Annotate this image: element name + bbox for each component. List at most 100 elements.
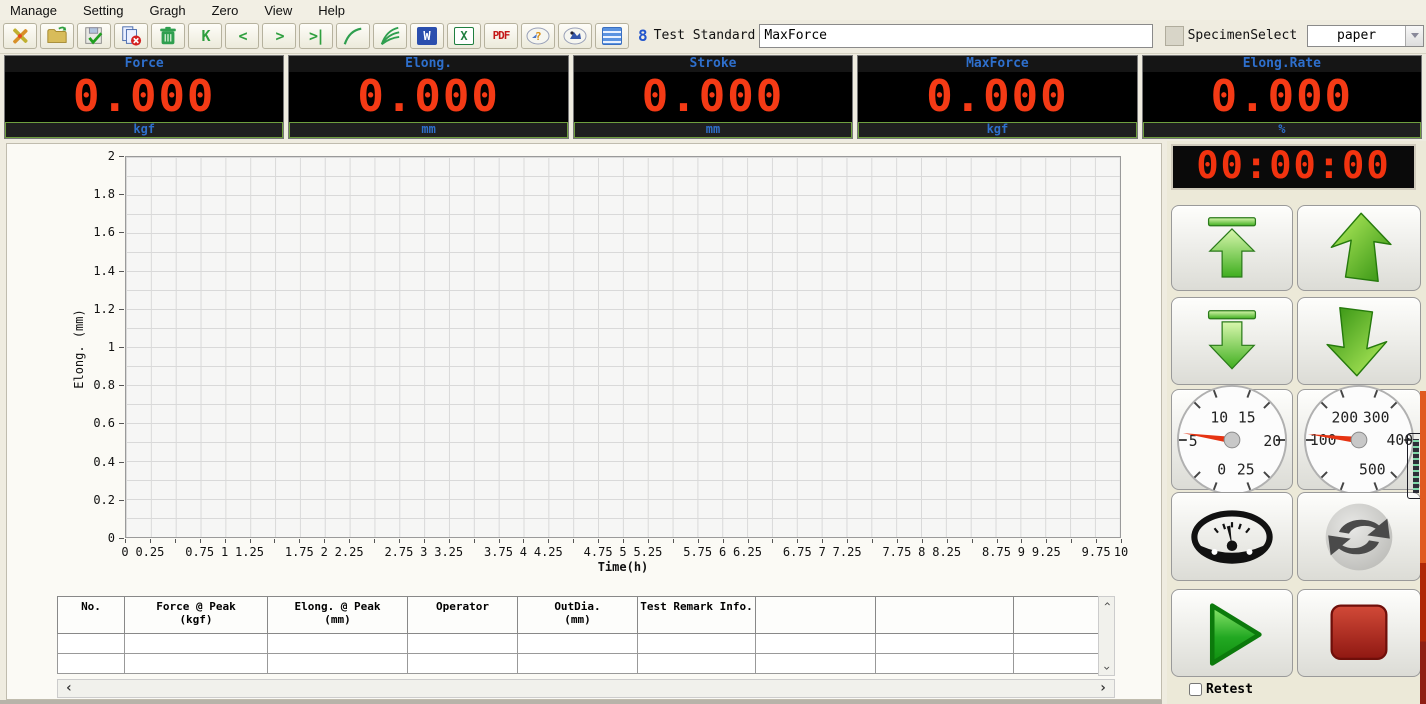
x-tick-label: 7.25	[833, 545, 862, 559]
scroll-left-icon[interactable]: ‹	[62, 681, 76, 696]
open-folder-icon	[46, 25, 68, 47]
start-test-button[interactable]	[1171, 589, 1293, 677]
table-row[interactable]	[58, 634, 1099, 654]
x-tick-mark	[1071, 539, 1072, 543]
menu-help[interactable]: Help	[318, 3, 345, 18]
table-cell	[1014, 654, 1099, 674]
delete-record-button[interactable]	[114, 23, 148, 49]
readout-unit: mm	[574, 122, 852, 138]
stop-test-button[interactable]	[1297, 589, 1421, 677]
scroll-up-icon[interactable]: ›	[1101, 598, 1113, 610]
next-record-button[interactable]: >	[262, 23, 296, 49]
menu-view[interactable]: View	[264, 3, 292, 18]
x-tick-mark	[772, 539, 773, 543]
scroll-down-icon[interactable]: ›	[1101, 662, 1113, 674]
move-down-to-limit-button[interactable]	[1171, 297, 1293, 385]
x-tick-mark	[548, 539, 549, 543]
first-record-button[interactable]: K	[188, 23, 222, 49]
prev-record-button[interactable]: <	[225, 23, 259, 49]
single-curve-button[interactable]	[336, 23, 370, 49]
pdf-icon: PDF	[493, 29, 510, 42]
multi-curve-button[interactable]	[373, 23, 407, 49]
play-icon	[1190, 595, 1274, 671]
export-excel-button[interactable]: X	[447, 23, 481, 49]
report-button[interactable]	[595, 23, 629, 49]
table-vertical-scrollbar[interactable]: › ›	[1098, 596, 1115, 676]
x-tick-mark	[499, 539, 500, 543]
x-tick-mark	[573, 539, 574, 543]
y-tick-label: 1.6	[93, 225, 115, 239]
col-no: No.	[58, 597, 125, 634]
x-tick-label: 1.25	[235, 545, 264, 559]
y-tick-label: 2	[108, 149, 115, 163]
table-horizontal-scrollbar[interactable]: ‹ ›	[57, 679, 1115, 698]
x-tick-label: 4.75	[584, 545, 613, 559]
y-tick-mark	[119, 194, 124, 195]
move-up-to-limit-button[interactable]	[1171, 205, 1293, 291]
test-standard-input[interactable]	[759, 24, 1153, 48]
gauge-tick-500: 500	[1359, 461, 1386, 478]
jog-up-button[interactable]	[1297, 205, 1421, 291]
trash-button[interactable]	[151, 23, 185, 49]
last-record-button[interactable]: >|	[299, 23, 333, 49]
x-tick-label: 8	[918, 545, 925, 559]
speed-gauge-low[interactable]: 5 10 15 20 25 0	[1171, 389, 1293, 490]
menu-manage[interactable]: Manage	[10, 3, 57, 18]
speed-gauge-high[interactable]: 100 200 300 400 500	[1297, 389, 1421, 490]
readout-title: Elong.	[289, 56, 567, 72]
specimen-select-label: SpecimenSelect	[1188, 28, 1298, 43]
col-elong-peak: Elong. @ Peak (mm)	[268, 597, 408, 634]
y-tick-mark	[119, 271, 124, 272]
y-tick-mark	[119, 538, 124, 539]
tools-button[interactable]	[3, 23, 37, 49]
x-tick-label: 9	[1018, 545, 1025, 559]
x-tick-mark	[449, 539, 450, 543]
dropdown-button[interactable]	[1405, 26, 1423, 46]
x-tick-mark	[997, 539, 998, 543]
y-tick-mark	[119, 385, 124, 386]
x-tick-mark	[474, 539, 475, 543]
retest-label[interactable]: Retest	[1206, 682, 1253, 697]
print-tool-button[interactable]	[558, 23, 592, 49]
table-cell	[408, 634, 518, 654]
x-tick-mark	[250, 539, 251, 543]
x-tick-label: 9.25	[1032, 545, 1061, 559]
menu-setting[interactable]: Setting	[83, 3, 123, 18]
readout-elong: Elong. 0.000 mm	[288, 55, 568, 139]
table-cell	[268, 654, 408, 674]
export-pdf-button[interactable]: PDF	[484, 23, 518, 49]
meter-icon	[1190, 508, 1274, 566]
specimen-select-dropdown[interactable]: paper	[1307, 25, 1424, 47]
menu-gragh[interactable]: Gragh	[149, 3, 185, 18]
table-cell	[638, 654, 756, 674]
y-tick-label: 1.8	[93, 187, 115, 201]
jog-down-button[interactable]	[1297, 297, 1421, 385]
save-button[interactable]	[77, 23, 111, 49]
export-word-button[interactable]: W	[410, 23, 444, 49]
col-remark: Test Remark Info.	[638, 597, 756, 634]
open-button[interactable]	[40, 23, 74, 49]
stop-icon	[1317, 595, 1401, 671]
x-tick-mark	[399, 539, 400, 543]
readout-stroke: Stroke 0.000 mm	[573, 55, 853, 139]
x-axis-labels: 00.250.7511.251.7522.252.7533.253.7544.2…	[125, 545, 1121, 559]
x-tick-label: 2.75	[384, 545, 413, 559]
x-tick-label: 1.75	[285, 545, 314, 559]
x-tick-label: 5.75	[683, 545, 712, 559]
x-tick-label: 2	[321, 545, 328, 559]
meter-mode-button[interactable]	[1171, 492, 1293, 581]
cycle-mode-button[interactable]	[1297, 492, 1421, 581]
speed-gauge-low-icon: 5 10 15 20 25 0	[1175, 383, 1289, 497]
readout-title: Stroke	[574, 56, 852, 72]
x-tick-label: 6	[719, 545, 726, 559]
readout-unit: mm	[289, 122, 567, 138]
specimen-mini-box[interactable]	[1165, 26, 1183, 46]
x-tick-label: 6.75	[783, 545, 812, 559]
table-row[interactable]	[58, 654, 1099, 674]
x-tick-mark	[847, 539, 848, 543]
help-tool-button[interactable]: ?	[521, 23, 555, 49]
retest-checkbox[interactable]	[1189, 683, 1202, 696]
y-tick-label: 1	[108, 340, 115, 354]
scroll-right-icon[interactable]: ›	[1096, 681, 1110, 696]
menu-zero[interactable]: Zero	[212, 3, 239, 18]
